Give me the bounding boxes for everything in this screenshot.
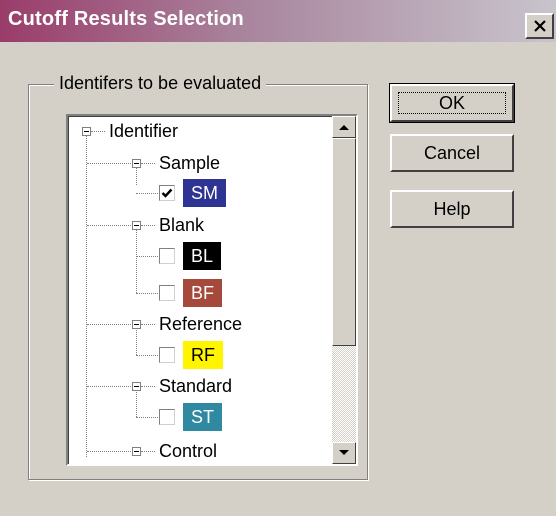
rf-checkbox[interactable] <box>159 347 175 363</box>
bl-checkbox[interactable] <box>159 248 175 264</box>
bl-identifier-badge: BL <box>183 242 222 270</box>
st-identifier-badge: ST <box>183 403 223 431</box>
tree-node-blank[interactable]: Blank <box>159 214 204 236</box>
bf-checkbox[interactable] <box>159 285 175 301</box>
window-title: Cutoff Results Selection <box>8 8 244 30</box>
arrow-up-icon <box>339 125 349 130</box>
bf-identifier-badge: BF <box>183 279 223 307</box>
rf-identifier-badge: RF <box>183 341 223 369</box>
scroll-down-button[interactable] <box>332 442 356 464</box>
identifier-tree[interactable]: Identifier Sample SM Blank BL BF Referen… <box>66 114 358 466</box>
vertical-scrollbar[interactable] <box>332 116 356 464</box>
cancel-button[interactable]: Cancel <box>390 134 514 172</box>
arrow-down-icon <box>339 450 349 455</box>
ok-button[interactable]: OK <box>389 83 515 123</box>
close-icon <box>533 20 546 32</box>
collapse-icon[interactable] <box>132 320 141 329</box>
tree-node-control[interactable]: Control <box>159 440 217 462</box>
collapse-icon[interactable] <box>132 447 141 456</box>
collapse-icon[interactable] <box>82 127 91 136</box>
collapse-icon[interactable] <box>132 221 141 230</box>
sm-checkbox[interactable] <box>159 185 175 201</box>
checkmark-icon <box>161 188 173 198</box>
tree-node-reference[interactable]: Reference <box>159 313 242 335</box>
tree-node-sample[interactable]: Sample <box>159 152 220 174</box>
st-checkbox[interactable] <box>159 409 175 425</box>
sm-identifier-badge: SM <box>183 179 226 207</box>
close-button[interactable] <box>525 13 554 39</box>
collapse-icon[interactable] <box>132 159 141 168</box>
tree-node-standard[interactable]: Standard <box>159 375 232 397</box>
help-button-label: Help <box>433 198 471 219</box>
cancel-button-label: Cancel <box>423 142 481 163</box>
scroll-up-button[interactable] <box>332 116 356 138</box>
collapse-icon[interactable] <box>132 382 141 391</box>
help-button[interactable]: Help <box>390 190 514 228</box>
tree-root-identifier[interactable]: Identifier <box>109 120 178 142</box>
identifiers-group-label: Identifers to be evaluated <box>54 72 267 94</box>
title-bar[interactable]: Cutoff Results Selection <box>0 0 556 42</box>
scrollbar-thumb[interactable] <box>332 138 356 346</box>
